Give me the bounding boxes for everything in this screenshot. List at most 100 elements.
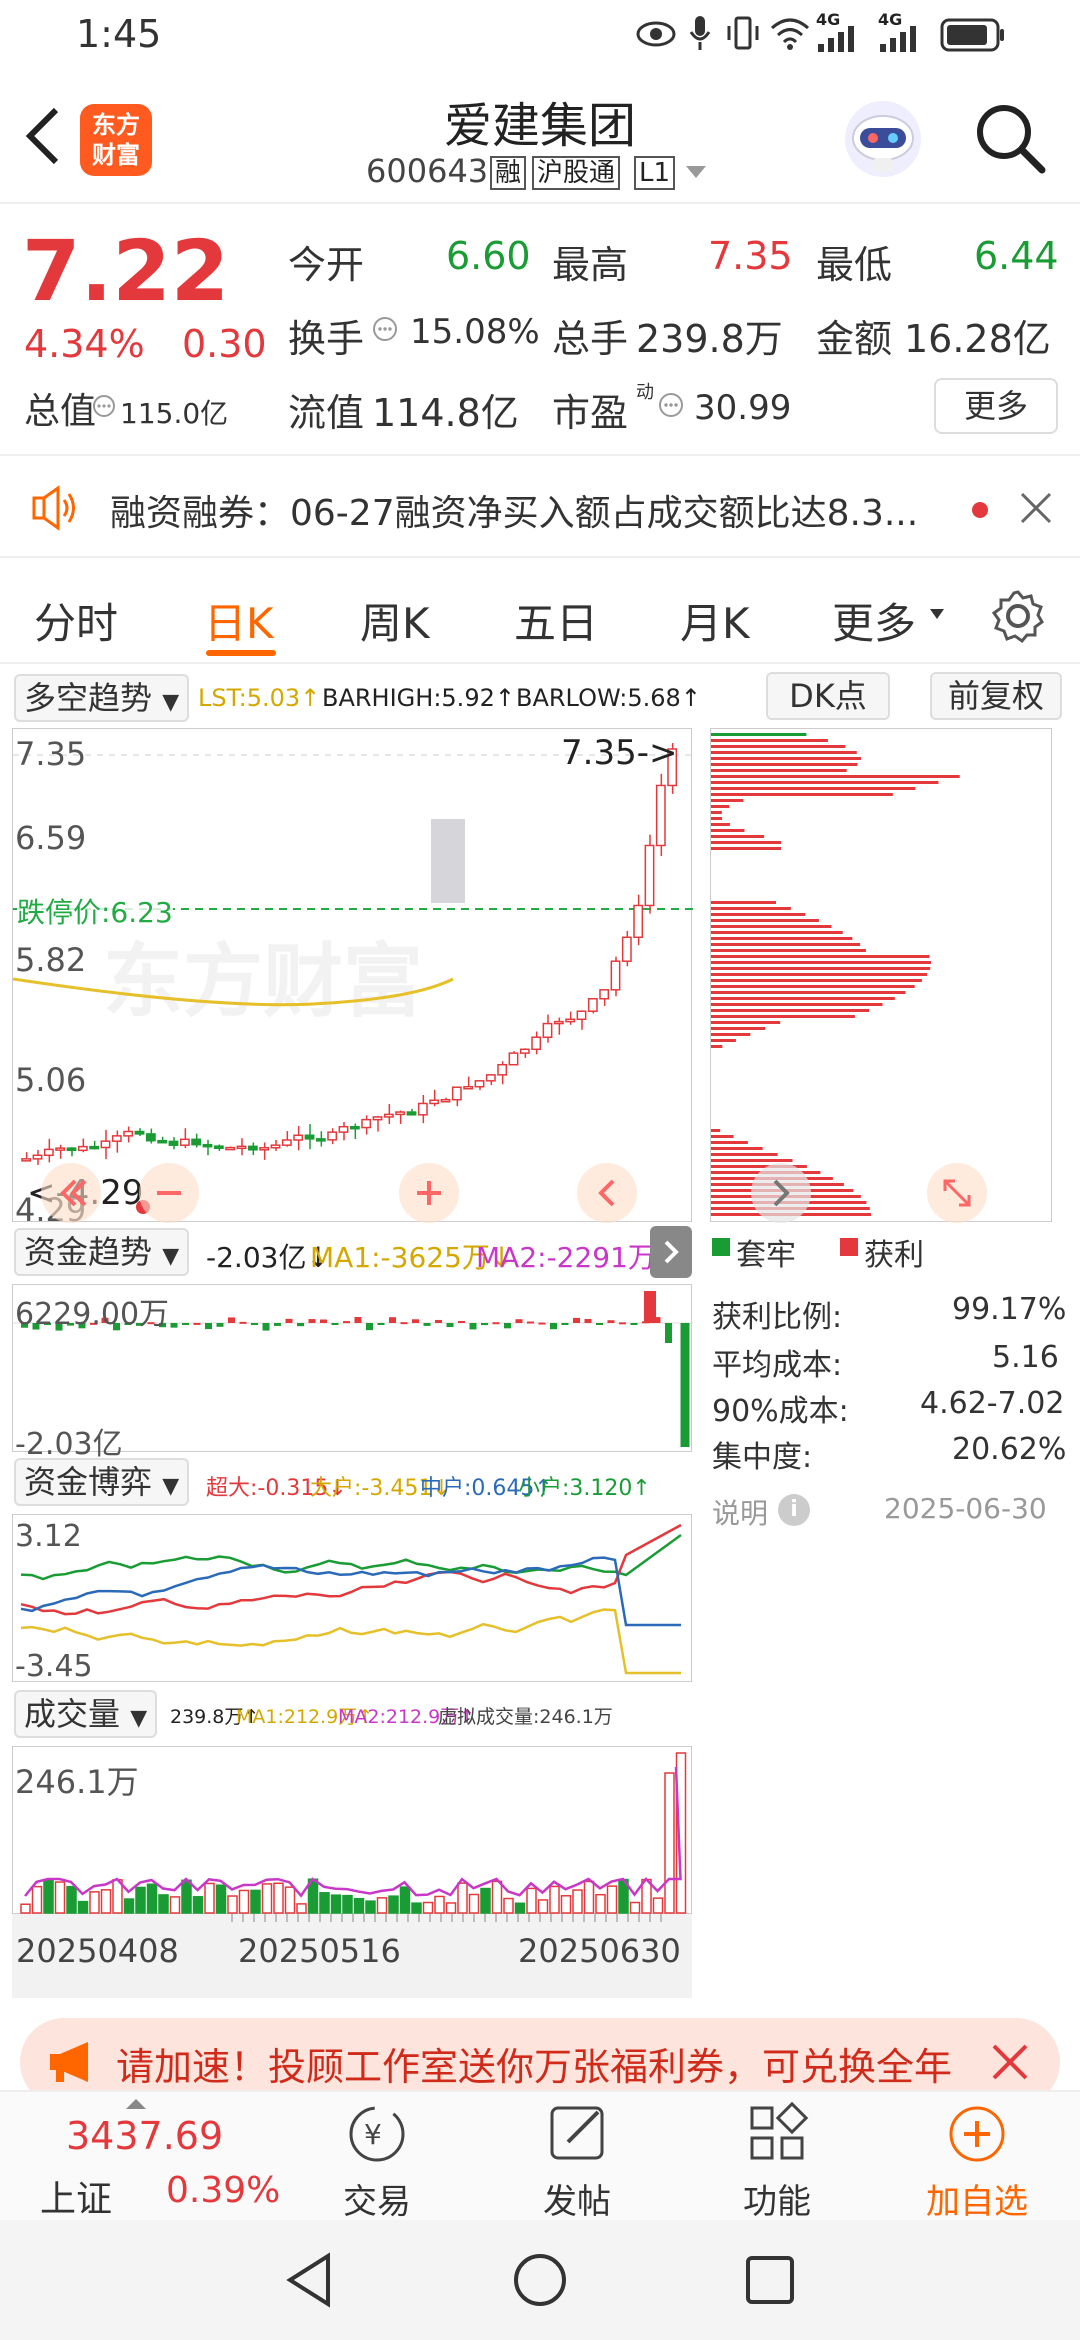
candle-body [621, 936, 632, 962]
candle-body [293, 1134, 304, 1141]
notice-bar[interactable]: 融资融券：06-27融资净买入额占成交额比达8.3... [0, 458, 1080, 558]
legend-locked-swatch [712, 1238, 730, 1256]
index-pct[interactable]: 0.39% [166, 2170, 280, 2211]
chip-bar [711, 841, 781, 844]
tab-more[interactable]: 更多 [832, 590, 916, 651]
volume-chart[interactable]: 246.1万 [12, 1746, 692, 1914]
tab-intraday[interactable]: 分时 [34, 590, 118, 651]
kline-chart[interactable]: 东方财富 7.35 6.59 5.82 5.06 4.29 跌停价:6.23 7… [12, 728, 693, 1229]
zoom-in-icon[interactable] [399, 1163, 459, 1223]
fund-bar [308, 1319, 316, 1323]
volume-bar [399, 1886, 411, 1914]
home-circle-icon[interactable] [510, 2250, 570, 2310]
chip-bar [711, 1141, 748, 1144]
nav-post[interactable]: 发帖 [512, 2092, 642, 2222]
chip-bar [711, 913, 806, 916]
collapse-up-icon[interactable] [124, 2096, 148, 2110]
dropdown-icon[interactable] [684, 164, 708, 180]
fund-bar [170, 1323, 178, 1328]
candle-body [66, 1147, 77, 1152]
chip-bar [711, 835, 765, 838]
concentration-label: 集中度: [712, 1440, 813, 1475]
scroll-left-icon[interactable] [41, 1163, 101, 1223]
candle-body [383, 1113, 394, 1118]
prev-icon[interactable] [577, 1163, 637, 1223]
tab-weekly-k[interactable]: 周K [360, 590, 430, 651]
index-name[interactable]: 上证 [40, 2170, 112, 2222]
back-triangle-icon[interactable] [282, 2250, 342, 2310]
recents-square-icon[interactable] [742, 2252, 798, 2308]
fund-trend-chart[interactable]: 6229.00万 -2.03亿 [12, 1284, 693, 1462]
chip-distribution-chart[interactable] [710, 728, 1052, 1223]
fund-bar [481, 1323, 488, 1326]
y-tick-4: 5.06 [15, 1061, 87, 1099]
volume-value: 239.8万 [636, 317, 783, 361]
volume-bar [457, 1882, 468, 1914]
candle-body [338, 1125, 349, 1133]
status-time: 1:45 [76, 12, 162, 56]
volume-bar [411, 1902, 422, 1914]
info-dots-icon-2[interactable] [372, 316, 398, 342]
candle-body [247, 1145, 258, 1151]
back-icon[interactable] [22, 106, 62, 166]
vibrate-icon [726, 14, 760, 52]
zoom-out-icon[interactable] [139, 1163, 199, 1223]
index-value[interactable]: 3437.69 [66, 2114, 223, 2158]
close-banner-icon[interactable] [988, 2040, 1032, 2084]
volume-top-tick: 246.1万 [15, 1763, 139, 1801]
volume-bar [181, 1879, 192, 1914]
small-value: 小户:3.120↑ [518, 1476, 651, 1501]
settings-gear-icon[interactable] [990, 588, 1046, 644]
info-dots-icon-3[interactable] [658, 392, 684, 418]
fund-game-select[interactable]: 资金博弈 ▼ [14, 1458, 190, 1506]
chip-bar [711, 739, 828, 742]
fund-bar [435, 1319, 442, 1323]
dk-point-button[interactable]: DK点 [766, 672, 890, 720]
grid-icon [750, 2101, 809, 2160]
candle-body [259, 1147, 270, 1151]
volume-bar [100, 1889, 112, 1914]
fund-trend-select[interactable]: 资金趋势 ▼ [14, 1228, 190, 1276]
promo-text: 请加速！投顾工作室送你万张福利券，可兑换全年 [116, 2045, 953, 2089]
notice-text: 融资融券：06-27融资净买入额占成交额比达8.3... [110, 493, 919, 534]
mcap-label: 总值 [24, 391, 97, 432]
volume-bar [468, 1893, 480, 1914]
turnover-value: 15.08% [410, 312, 540, 352]
fund-bar [377, 1323, 385, 1325]
expand-right-icon[interactable] [650, 1226, 692, 1278]
volume-bar [480, 1887, 491, 1914]
fund-bar [527, 1321, 534, 1324]
volume-bar [169, 1896, 181, 1914]
fund-bar [446, 1323, 454, 1328]
close-icon[interactable] [1018, 490, 1054, 526]
volume-bar [445, 1902, 457, 1914]
tab-monthly-k[interactable]: 月K [680, 590, 750, 651]
tab-daily-k[interactable]: 日K [204, 590, 274, 651]
volume-select[interactable]: 成交量 ▼ [14, 1690, 158, 1738]
chip-next-icon[interactable] [751, 1163, 811, 1223]
indicator-select[interactable]: 多空趋势 ▼ [14, 674, 190, 722]
more-button[interactable]: 更多 [934, 378, 1058, 434]
robot-avatar-icon[interactable] [842, 98, 924, 180]
tab-five-day[interactable]: 五日 [514, 590, 598, 651]
info-dots-icon[interactable] [92, 394, 116, 418]
nav-functions[interactable]: 功能 [712, 2092, 842, 2222]
volume-bar [526, 1887, 537, 1914]
chip-bar [711, 799, 744, 802]
fund-bar [343, 1321, 350, 1324]
search-icon[interactable] [974, 102, 1046, 174]
volume-bar [664, 1772, 675, 1914]
explain-label[interactable]: 说明 [712, 1492, 768, 1532]
expand-icon[interactable] [927, 1163, 987, 1223]
fund-bar [515, 1319, 523, 1323]
candle-body [587, 997, 598, 1012]
nav-add-watchlist[interactable]: 加自选 [912, 2092, 1042, 2222]
fund-bar [251, 1323, 258, 1325]
info-icon[interactable]: i [778, 1494, 810, 1526]
y-tick-3: 5.82 [15, 941, 87, 979]
adjust-price-button[interactable]: 前复权 [930, 672, 1062, 720]
nav-trade[interactable]: ¥ 交易 [312, 2092, 442, 2222]
fund-game-chart[interactable]: 3.12 -3.45 [12, 1514, 692, 1684]
fund-bar [216, 1323, 224, 1327]
open-label: 今开 [288, 243, 365, 287]
